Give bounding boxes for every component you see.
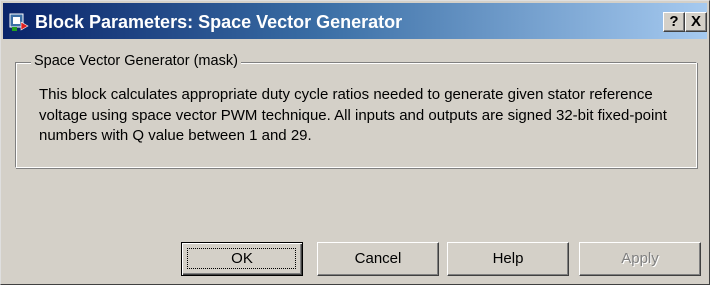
group-legend: Space Vector Generator (mask) <box>31 51 241 71</box>
window-title: Block Parameters: Space Vector Generator <box>35 12 403 32</box>
cancel-button-label: Cancel <box>354 250 402 267</box>
simulink-block-icon <box>9 13 29 31</box>
title-help-button[interactable]: ? <box>663 12 685 32</box>
apply-button-label: Apply <box>621 250 659 267</box>
help-button-label: Help <box>492 250 524 267</box>
title-close-button[interactable]: X <box>685 12 707 32</box>
block-description: This block calculates appropriate duty c… <box>39 86 667 144</box>
ok-button[interactable]: OK <box>181 242 303 276</box>
cancel-button[interactable]: Cancel <box>317 242 439 276</box>
dialog-window: Block Parameters: Space Vector Generator… <box>0 0 710 285</box>
apply-button[interactable]: Apply <box>579 242 701 276</box>
help-button[interactable]: Help <box>447 242 569 276</box>
focus-ring <box>187 248 296 269</box>
title-bar[interactable]: Block Parameters: Space Vector Generator… <box>3 3 707 39</box>
